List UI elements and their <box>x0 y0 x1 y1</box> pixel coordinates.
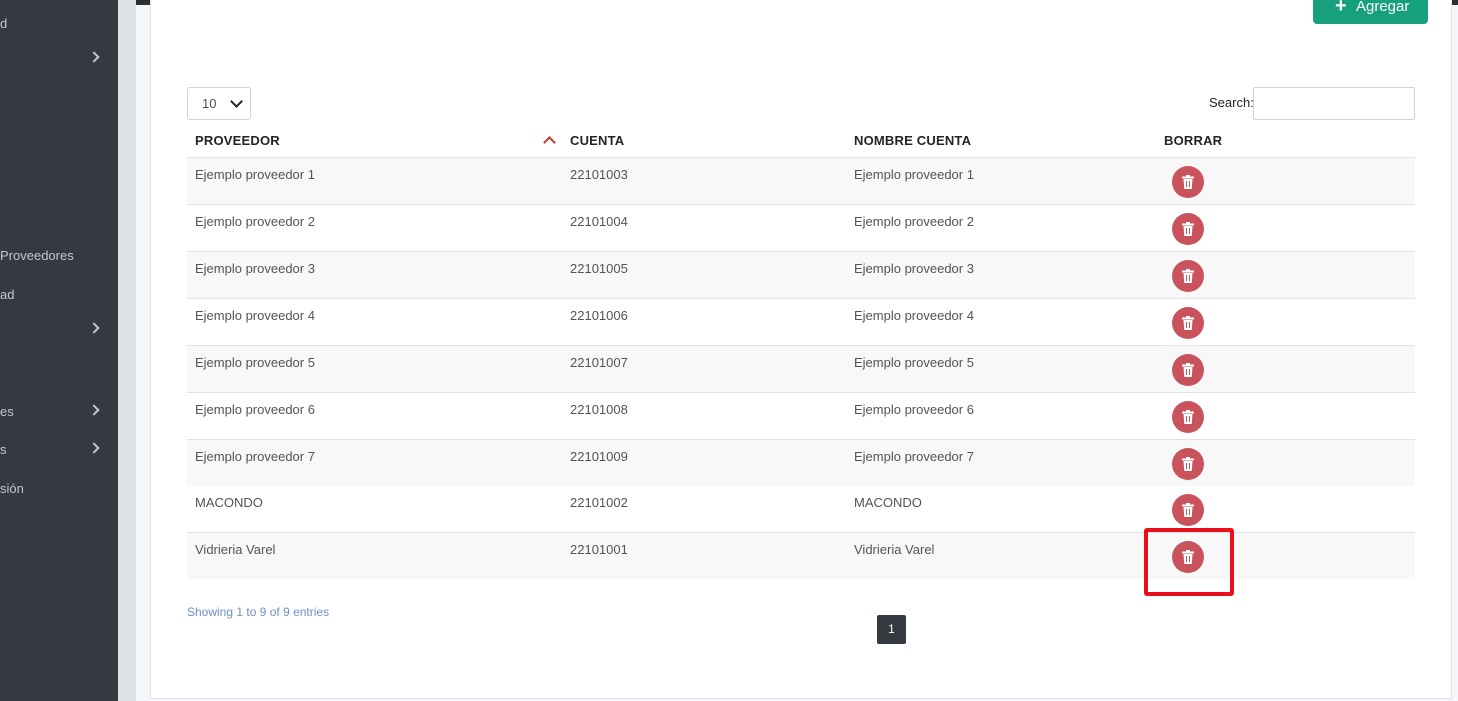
pagination-page-1[interactable]: 1 <box>877 615 906 644</box>
cell-nombre-cuenta: Ejemplo proveedor 6 <box>854 402 974 417</box>
sidebar-item-label: sión <box>0 481 24 496</box>
cell-proveedor: Ejemplo proveedor 6 <box>195 402 315 417</box>
sidebar-item-2[interactable] <box>0 48 118 70</box>
cell-cuenta: 22101008 <box>570 402 628 417</box>
chevron-right-icon <box>88 404 100 416</box>
table-row: Ejemplo proveedor 1 22101003 Ejemplo pro… <box>187 158 1415 205</box>
add-button-label: Agregar <box>1356 0 1410 15</box>
trash-icon <box>1182 316 1194 330</box>
delete-button[interactable] <box>1172 213 1204 245</box>
page-length-value: 10 <box>202 96 217 111</box>
cell-cuenta: 22101004 <box>570 214 628 229</box>
sidebar-item-logout[interactable]: sión <box>0 478 118 500</box>
table-row: Ejemplo proveedor 3 22101005 Ejemplo pro… <box>187 252 1415 299</box>
cell-nombre-cuenta: Ejemplo proveedor 7 <box>854 449 974 464</box>
sidebar-item-label: es <box>0 404 14 419</box>
sidebar-item-label: ad <box>0 287 15 302</box>
cell-proveedor: Ejemplo proveedor 4 <box>195 308 315 323</box>
cell-cuenta: 22101001 <box>570 542 628 557</box>
cell-cuenta: 22101007 <box>570 355 628 370</box>
cell-cuenta: 22101003 <box>570 167 628 182</box>
delete-button[interactable] <box>1172 354 1204 386</box>
sidebar-item-label: d <box>0 16 8 31</box>
delete-button[interactable] <box>1172 448 1204 480</box>
page-length-select[interactable]: 10 <box>187 87 251 120</box>
cell-proveedor: Ejemplo proveedor 1 <box>195 167 315 182</box>
chevron-right-icon <box>88 51 100 63</box>
cell-nombre-cuenta: Vidrieria Varel <box>854 542 935 557</box>
column-header-proveedor[interactable]: PROVEEDOR <box>195 133 280 148</box>
sidebar-item-6[interactable]: es <box>0 401 118 423</box>
sidebar-item-5[interactable] <box>0 319 118 341</box>
column-header-cuenta[interactable]: CUENTA <box>570 133 624 148</box>
sidebar-item-proveedores[interactable]: Proveedores <box>0 245 118 267</box>
cell-nombre-cuenta: Ejemplo proveedor 3 <box>854 261 974 276</box>
cell-nombre-cuenta: Ejemplo proveedor 2 <box>854 214 974 229</box>
search-input[interactable] <box>1253 87 1415 120</box>
delete-button[interactable] <box>1172 260 1204 292</box>
table-row: Vidrieria Varel 22101001 Vidrieria Varel <box>187 533 1415 579</box>
trash-icon <box>1182 457 1194 471</box>
cell-nombre-cuenta: Ejemplo proveedor 4 <box>854 308 974 323</box>
search-label: Search: <box>1209 95 1254 110</box>
delete-button[interactable] <box>1172 541 1204 573</box>
sidebar-item-1[interactable]: d <box>0 13 118 35</box>
cell-cuenta: 22101009 <box>570 449 628 464</box>
cell-proveedor: MACONDO <box>195 495 263 510</box>
cell-cuenta: 22101006 <box>570 308 628 323</box>
cell-proveedor: Ejemplo proveedor 5 <box>195 355 315 370</box>
delete-button[interactable] <box>1172 401 1204 433</box>
trash-icon <box>1182 550 1194 564</box>
table-row: Ejemplo proveedor 7 22101009 Ejemplo pro… <box>187 440 1415 487</box>
cell-proveedor: Ejemplo proveedor 7 <box>195 449 315 464</box>
sidebar-item-label: s <box>0 442 7 457</box>
chevron-right-icon <box>88 442 100 454</box>
trash-icon <box>1182 175 1194 189</box>
trash-icon <box>1182 363 1194 377</box>
cell-proveedor: Ejemplo proveedor 2 <box>195 214 315 229</box>
table-row: Ejemplo proveedor 2 22101004 Ejemplo pro… <box>187 205 1415 252</box>
table-row: Ejemplo proveedor 5 22101007 Ejemplo pro… <box>187 346 1415 393</box>
cell-nombre-cuenta: Ejemplo proveedor 1 <box>854 167 974 182</box>
chevron-down-icon <box>230 95 243 108</box>
cell-cuenta: 22101005 <box>570 261 628 276</box>
delete-button[interactable] <box>1172 166 1204 198</box>
sidebar-gutter <box>118 0 136 701</box>
table-row: MACONDO 22101002 MACONDO <box>187 486 1415 533</box>
cell-proveedor: Ejemplo proveedor 3 <box>195 261 315 276</box>
trash-icon <box>1182 410 1194 424</box>
plus-icon: + <box>1335 0 1347 17</box>
delete-button[interactable] <box>1172 494 1204 526</box>
trash-icon <box>1182 222 1194 236</box>
cell-proveedor: Vidrieria Varel <box>195 542 276 557</box>
sidebar-item-4[interactable]: ad <box>0 284 118 306</box>
delete-button[interactable] <box>1172 307 1204 339</box>
sidebar-item-label: Proveedores <box>0 248 74 263</box>
column-header-borrar[interactable]: BORRAR <box>1164 133 1222 148</box>
trash-icon <box>1182 503 1194 517</box>
cell-cuenta: 22101002 <box>570 495 628 510</box>
cell-nombre-cuenta: Ejemplo proveedor 5 <box>854 355 974 370</box>
table-info: Showing 1 to 9 of 9 entries <box>187 605 330 619</box>
cell-nombre-cuenta: MACONDO <box>854 495 922 510</box>
table-row: Ejemplo proveedor 6 22101008 Ejemplo pro… <box>187 393 1415 440</box>
sidebar: d Proveedores ad es s sión <box>0 0 118 701</box>
chevron-right-icon <box>88 322 100 334</box>
column-header-nombre-cuenta[interactable]: NOMBRE CUENTA <box>854 133 971 148</box>
add-button[interactable]: + Agregar <box>1313 0 1428 24</box>
table-row: Ejemplo proveedor 4 22101006 Ejemplo pro… <box>187 299 1415 346</box>
trash-icon <box>1182 269 1194 283</box>
sidebar-item-7[interactable]: s <box>0 439 118 461</box>
